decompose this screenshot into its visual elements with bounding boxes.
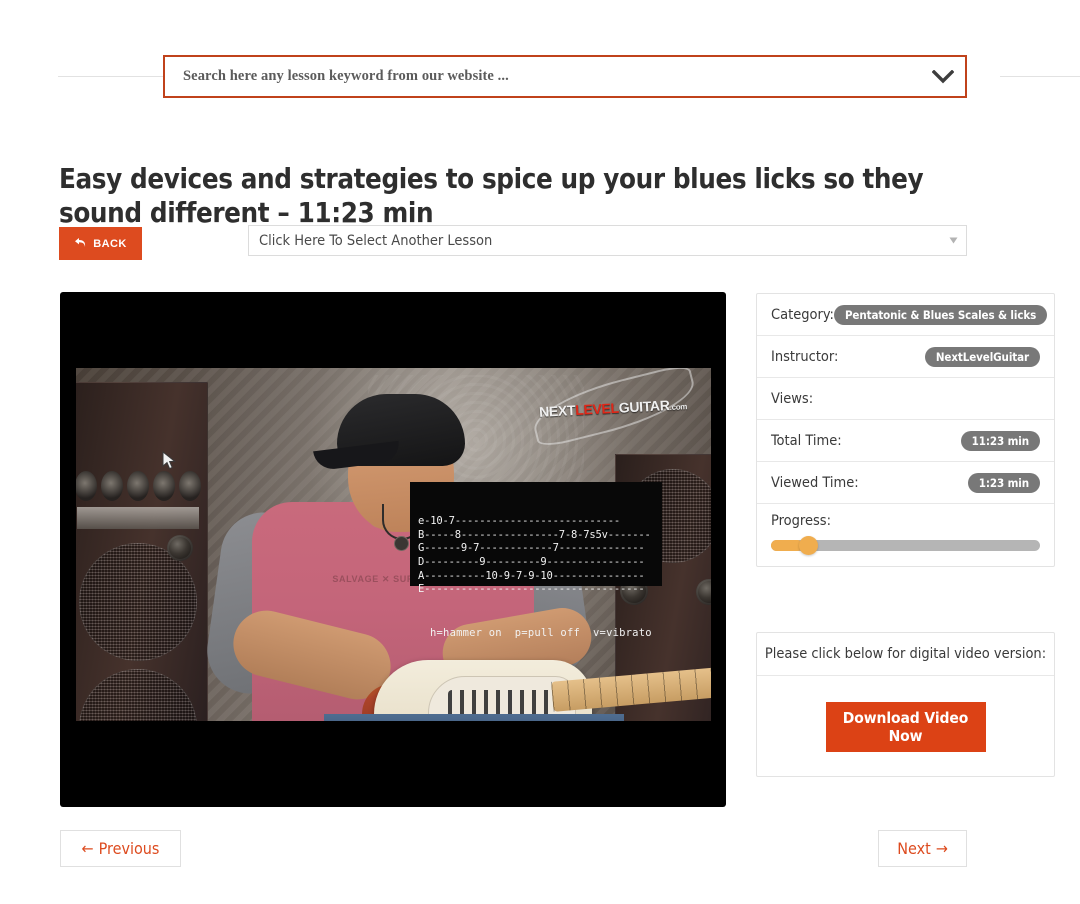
next-button-label: Next [897, 839, 931, 858]
video-player[interactable]: SALVAGE ✕ SUPPLY CO NEXTLEVELGUITAR.com … [60, 292, 726, 807]
back-button[interactable]: BACK [59, 227, 142, 260]
status-badge-category: Pentatonic & Blues Scales & licks [833, 304, 1048, 325]
chevron-down-icon[interactable] [921, 69, 965, 84]
lesson-page: Easy devices and strategies to spice up … [0, 0, 1080, 904]
info-row-instructor: Instructor: NextLevelGuitar [757, 336, 1054, 378]
watermark-com: .com [669, 402, 688, 413]
watermark-next: NEXT [538, 401, 576, 420]
download-panel: Please click below for digital video ver… [756, 632, 1055, 777]
guitar-tab-overlay: e-10-7--------------------------- B-----… [410, 482, 662, 639]
status-badge-total-time: 11:23 min [960, 430, 1040, 451]
info-label-category: Category: [771, 306, 834, 323]
info-row-progress: Progress: [757, 504, 1054, 566]
speaker-knob [167, 535, 193, 561]
info-label-instructor: Instructor: [771, 348, 839, 365]
guitar-tab-lines: e-10-7--------------------------- B-----… [418, 515, 651, 596]
next-button[interactable]: Next → [878, 830, 967, 867]
previous-button[interactable]: ← Previous [60, 830, 181, 867]
divider-left [58, 76, 178, 77]
speaker-knob-right-2 [696, 579, 711, 605]
speaker-grill-lower [79, 669, 197, 721]
previous-button-label: Previous [98, 839, 160, 858]
status-badge-viewed-time: 1:23 min [967, 472, 1040, 493]
pendant [394, 536, 409, 551]
video-frame: SALVAGE ✕ SUPPLY CO NEXTLEVELGUITAR.com … [76, 368, 711, 721]
search-box[interactable] [163, 55, 967, 98]
chevron-down-icon-select[interactable] [940, 237, 966, 244]
info-label-views: Views: [771, 390, 814, 407]
progress-slider[interactable] [771, 536, 1040, 555]
download-panel-header: Please click below for digital video ver… [757, 633, 1054, 676]
cabinet-horn [77, 507, 199, 529]
watermark-guitar: GUITAR [618, 397, 670, 416]
lesson-info-panel: Category: Pentatonic & Blues Scales & li… [756, 293, 1055, 567]
search-row [0, 20, 1080, 98]
lesson-select-value: Click Here To Select Another Lesson [259, 232, 493, 249]
download-video-button[interactable]: Download Video Now [825, 701, 986, 752]
info-label-progress: Progress: [771, 513, 831, 529]
back-arrow-icon [74, 237, 87, 251]
info-row-viewed-time: Viewed Time: 1:23 min [757, 462, 1054, 504]
download-panel-body: Download Video Now [757, 676, 1054, 777]
lesson-select[interactable]: Click Here To Select Another Lesson [248, 225, 967, 256]
tweeter-row [76, 471, 205, 501]
arrow-left-icon: ← [81, 839, 94, 858]
speaker-cabinet-left [76, 382, 208, 721]
jeans [324, 714, 624, 721]
guitar-tab-legend: h=hammer on p=pull off v=vibrato [430, 626, 652, 639]
status-badge-instructor: NextLevelGuitar [924, 346, 1040, 367]
arrow-right-icon: → [935, 839, 948, 858]
info-row-total-time: Total Time: 11:23 min [757, 420, 1054, 462]
watermark-level: LEVEL [574, 399, 620, 418]
progress-slider-handle[interactable] [799, 536, 819, 555]
info-label-viewed-time: Viewed Time: [771, 474, 859, 491]
info-row-category: Category: Pentatonic & Blues Scales & li… [757, 294, 1054, 336]
back-button-label: BACK [93, 237, 127, 250]
info-label-total-time: Total Time: [771, 432, 842, 449]
divider-right [1000, 76, 1080, 77]
info-row-views: Views: [757, 378, 1054, 420]
page-title: Easy devices and strategies to spice up … [59, 163, 924, 229]
search-input[interactable] [165, 57, 921, 96]
